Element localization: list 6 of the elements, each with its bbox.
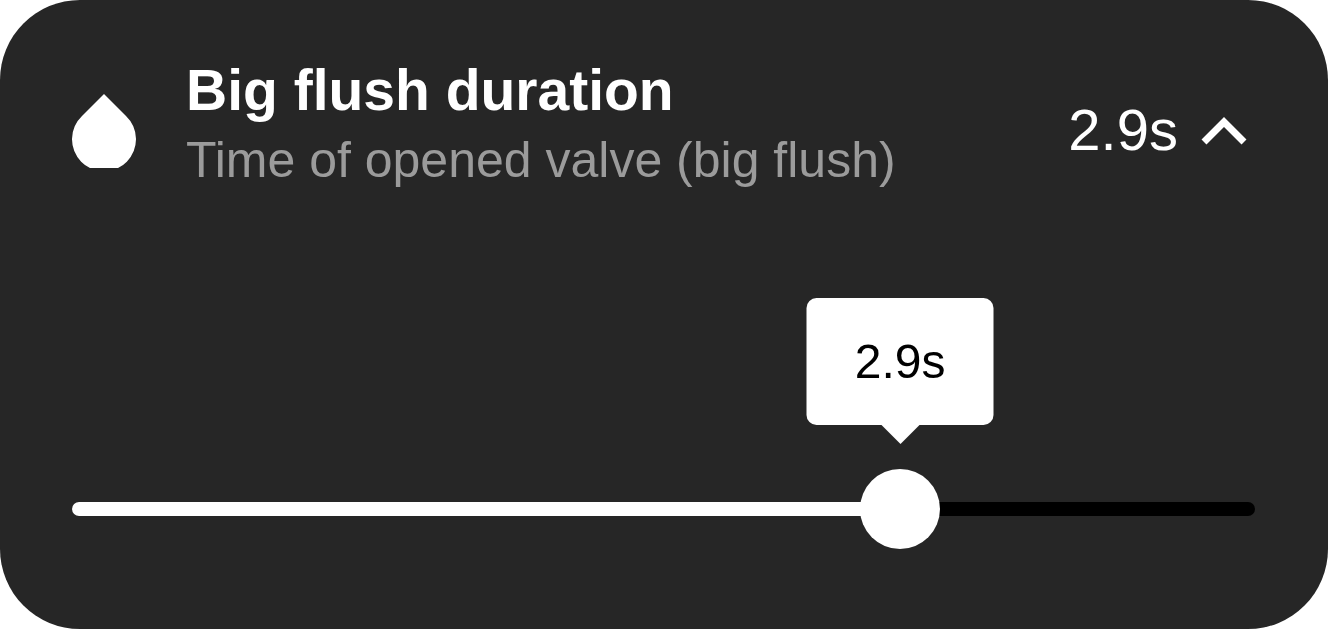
water-drop-icon (72, 94, 136, 168)
setting-title: Big flush duration (186, 58, 675, 122)
value-label: 2.9s (1068, 97, 1178, 163)
slider-track[interactable] (72, 469, 1255, 549)
tooltip-value: 2.9s (854, 334, 946, 389)
setting-subtitle: Time of opened valve (big flush) (186, 132, 896, 188)
